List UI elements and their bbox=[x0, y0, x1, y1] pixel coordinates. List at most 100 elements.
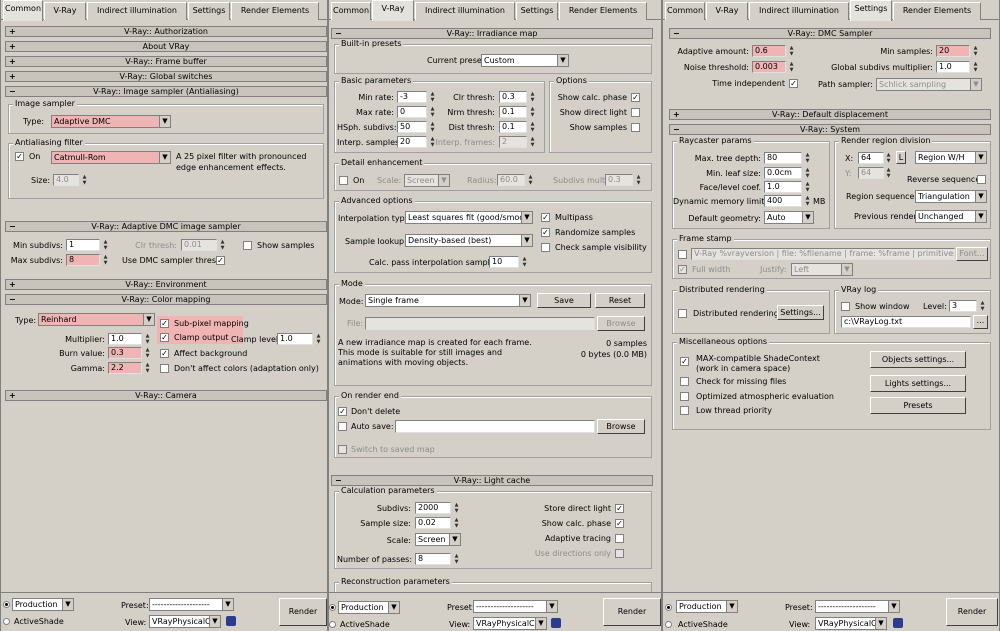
spinner-icon[interactable]: ▲ ▼ bbox=[81, 174, 88, 186]
multipass-checkbox[interactable]: ✓ bbox=[541, 213, 550, 222]
tab-indirect[interactable]: Indirect illumination bbox=[749, 2, 849, 20]
rollout-about[interactable]: + About VRay bbox=[5, 41, 327, 52]
presets-button[interactable]: Presets bbox=[870, 397, 966, 414]
rollout-image-sampler[interactable]: − V-Ray:: Image sampler (Antialiasing) bbox=[5, 86, 327, 97]
multiplier-input[interactable]: 1.0 bbox=[108, 333, 142, 345]
rollout-default-displacement[interactable]: + V-Ray:: Default displacement bbox=[669, 109, 991, 120]
rollout-dmc-sampler[interactable]: − V-Ray:: DMC Sampler bbox=[669, 28, 991, 39]
spinner-icon[interactable]: ▲ ▼ bbox=[804, 195, 811, 207]
render-button[interactable]: Render bbox=[946, 598, 998, 626]
lc-passes-input[interactable]: 8 bbox=[415, 553, 451, 565]
tab-indirect[interactable]: Indirect illumination bbox=[87, 2, 187, 20]
hsph-input[interactable]: 50 bbox=[397, 121, 427, 133]
spinner-icon[interactable]: ▲ ▼ bbox=[979, 300, 986, 312]
rollout-environment[interactable]: + V-Ray:: Environment bbox=[5, 279, 327, 290]
lc-show-calc-checkbox[interactable]: ✓ bbox=[615, 519, 624, 528]
lock-icon[interactable] bbox=[226, 616, 236, 626]
clr-thresh-input[interactable]: 0.3 bbox=[499, 91, 527, 103]
aa-filter-select[interactable]: Catmull-Rom ▼ bbox=[51, 151, 171, 164]
dist-render-checkbox[interactable] bbox=[678, 309, 687, 318]
spinner-icon[interactable]: ▲ ▼ bbox=[635, 174, 642, 186]
current-preset-select[interactable]: Custom ▼ bbox=[481, 54, 569, 67]
y-input[interactable]: 64 bbox=[858, 167, 884, 179]
aa-on-checkbox[interactable]: ✓ bbox=[15, 152, 24, 161]
detail-scale-select[interactable]: Screen ▼ bbox=[404, 174, 450, 187]
min-samples-input[interactable]: 20 bbox=[936, 45, 970, 57]
auto-save-checkbox[interactable] bbox=[338, 422, 347, 431]
spinner-icon[interactable]: ▲ ▼ bbox=[529, 121, 536, 133]
spinner-icon[interactable]: ▲ ▼ bbox=[527, 174, 534, 186]
justify-select[interactable]: Left ▼ bbox=[791, 263, 853, 276]
spinner-icon[interactable]: ▲ ▼ bbox=[885, 167, 892, 179]
lc-scale-select[interactable]: Screen ▼ bbox=[415, 533, 461, 546]
use-directions-checkbox[interactable] bbox=[615, 549, 624, 558]
activeshade-radio[interactable] bbox=[329, 621, 336, 628]
min-rate-input[interactable]: -3 bbox=[397, 91, 427, 103]
tab-settings[interactable]: Settings bbox=[188, 2, 230, 20]
reset-button[interactable]: Reset bbox=[595, 293, 645, 308]
spinner-icon[interactable]: ▲ ▼ bbox=[788, 61, 795, 73]
rollout-system[interactable]: − V-Ray:: System bbox=[669, 124, 991, 135]
render-button[interactable]: Render bbox=[603, 598, 661, 626]
tab-render-elements[interactable]: Render Elements bbox=[231, 2, 319, 20]
size-input[interactable]: 4.0 bbox=[53, 174, 79, 186]
randomize-checkbox[interactable]: ✓ bbox=[541, 228, 550, 237]
dyn-mem-input[interactable]: 400 bbox=[764, 195, 802, 207]
spinner-icon[interactable]: ▲ ▼ bbox=[529, 91, 536, 103]
affect-bg-checkbox[interactable]: ✓ bbox=[160, 349, 169, 358]
check-missing-checkbox[interactable] bbox=[680, 377, 689, 386]
show-direct-checkbox[interactable] bbox=[631, 108, 640, 117]
spinner-icon[interactable]: ▲ ▼ bbox=[972, 61, 979, 73]
burn-input[interactable]: 0.3 bbox=[108, 347, 142, 359]
default-geometry-select[interactable]: Auto ▼ bbox=[764, 211, 814, 224]
spinner-icon[interactable]: ▲ ▼ bbox=[804, 167, 811, 179]
production-select[interactable]: Production ▼ bbox=[12, 598, 74, 611]
spinner-icon[interactable]: ▲ ▼ bbox=[529, 106, 536, 118]
detail-on-checkbox[interactable] bbox=[339, 176, 348, 185]
lock-icon[interactable] bbox=[551, 618, 561, 628]
min-leaf-input[interactable]: 0.0cm bbox=[764, 167, 802, 179]
log-path-input[interactable]: c:\VRayLog.txt bbox=[841, 316, 971, 328]
production-radio[interactable] bbox=[665, 604, 672, 611]
region-seq-select[interactable]: Triangulation ▼ bbox=[915, 190, 987, 203]
frame-stamp-input[interactable]: V-Ray %vrayversion | file: %filename | f… bbox=[691, 248, 955, 260]
show-samples-checkbox[interactable] bbox=[631, 123, 640, 132]
clamp-output-checkbox[interactable]: ✓ bbox=[160, 333, 169, 342]
show-calc-checkbox[interactable]: ✓ bbox=[631, 93, 640, 102]
interp-type-select[interactable]: Least squares fit (good/smooth ▼ bbox=[405, 211, 533, 224]
region-wh-select[interactable]: Region W/H ▼ bbox=[915, 151, 987, 164]
spinner-icon[interactable]: ▲ ▼ bbox=[788, 45, 795, 57]
rollout-global-switches[interactable]: + V-Ray:: Global switches bbox=[5, 71, 327, 82]
time-independent-checkbox[interactable]: ✓ bbox=[789, 79, 798, 88]
spinner-icon[interactable]: ▲ ▼ bbox=[529, 136, 536, 148]
tab-vray[interactable]: V-Ray bbox=[706, 2, 748, 20]
production-select[interactable]: Production ▼ bbox=[676, 600, 738, 613]
low-thread-checkbox[interactable] bbox=[680, 406, 689, 415]
log-browse-button[interactable]: ... bbox=[973, 315, 988, 329]
face-level-input[interactable]: 1.0 bbox=[764, 181, 802, 193]
rollout-color-mapping[interactable]: − V-Ray:: Color mapping bbox=[5, 294, 327, 305]
color-mapping-type-select[interactable]: Reinhard ▼ bbox=[38, 313, 155, 326]
subpixel-checkbox[interactable]: ✓ bbox=[160, 319, 169, 328]
adaptive-tracing-checkbox[interactable] bbox=[615, 534, 624, 543]
spinner-icon[interactable]: ▲ ▼ bbox=[102, 254, 109, 266]
tab-indirect[interactable]: Indirect illumination bbox=[415, 2, 515, 20]
objects-settings-button[interactable]: Objects settings... bbox=[870, 351, 966, 368]
production-radio[interactable] bbox=[329, 604, 336, 611]
production-select[interactable]: Production ▼ bbox=[338, 601, 400, 614]
spinner-icon[interactable]: ▲ ▼ bbox=[453, 502, 460, 514]
spinner-icon[interactable]: ▲ ▼ bbox=[429, 106, 436, 118]
production-radio[interactable] bbox=[3, 601, 10, 608]
view-select[interactable]: VRayPhysicalC ▼ bbox=[815, 617, 887, 630]
spinner-icon[interactable]: ▲ ▼ bbox=[144, 333, 151, 345]
level-input[interactable]: 3 bbox=[949, 300, 977, 312]
spinner-icon[interactable]: ▲ ▼ bbox=[144, 362, 151, 374]
rollout-irradiance-map[interactable]: − V-Ray:: Irradiance map bbox=[331, 28, 653, 39]
dist-thresh-input[interactable]: 0.1 bbox=[499, 121, 527, 133]
sample-lookup-select[interactable]: Density-based (best) ▼ bbox=[405, 234, 533, 247]
max-compat-checkbox[interactable]: ✓ bbox=[680, 357, 689, 366]
path-sampler-select[interactable]: Schlick sampling ▼ bbox=[876, 78, 982, 91]
spinner-icon[interactable]: ▲ ▼ bbox=[804, 152, 811, 164]
max-tree-input[interactable]: 80 bbox=[764, 152, 802, 164]
gamma-input[interactable]: 2.2 bbox=[108, 362, 142, 374]
